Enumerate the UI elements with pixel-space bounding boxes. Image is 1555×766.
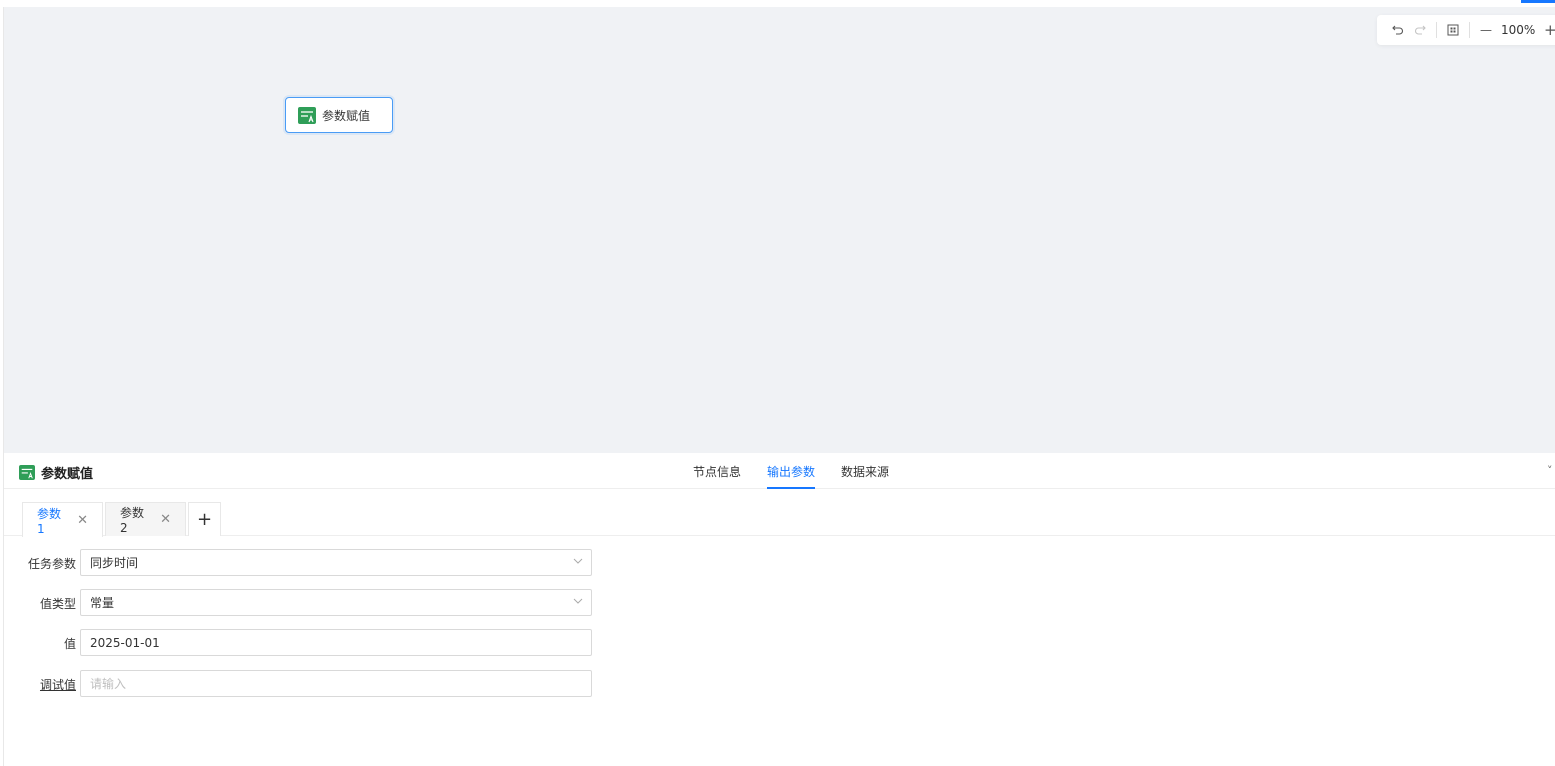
chevron-down-icon — [573, 556, 583, 569]
zoom-out-button[interactable]: — — [1475, 19, 1497, 41]
value-input[interactable] — [80, 629, 592, 656]
tab-node-info[interactable]: 节点信息 — [693, 453, 741, 489]
panel-title: 参数赋值 — [41, 467, 94, 482]
panel-tabs: 节点信息 输出参数 数据来源 — [693, 453, 915, 489]
param-assign-node[interactable]: 参数赋值 — [285, 97, 393, 133]
flow-canvas[interactable]: — 100% + 参数赋值 — [4, 7, 1555, 453]
tab-output-params[interactable]: 输出参数 — [767, 453, 816, 489]
debug-value-input[interactable] — [80, 670, 592, 697]
zoom-level: 100% — [1501, 23, 1536, 37]
close-icon[interactable]: ✕ — [160, 512, 171, 527]
debug-value-row: 调试值 — [4, 670, 604, 697]
close-icon[interactable]: ✕ — [77, 513, 88, 528]
zoom-out-label: — — [1480, 23, 1492, 37]
fit-view-icon[interactable] — [1442, 19, 1464, 41]
task-param-select[interactable]: 同步时间 — [80, 549, 592, 576]
value-type-select[interactable]: 常量 — [80, 589, 592, 616]
task-param-label: 任务参数 — [27, 557, 76, 571]
panel-header: 参数赋值 节点信息 输出参数 数据来源 ˅ — [4, 453, 1555, 489]
subtab-param-1[interactable]: 参数1 ✕ — [22, 502, 103, 537]
value-type-row: 值类型 常量 — [4, 589, 604, 616]
canvas-toolbar: — 100% + — [1377, 15, 1555, 45]
value-type-label: 值类型 — [39, 597, 76, 611]
top-accent-bar — [1521, 0, 1555, 3]
chevron-down-icon — [573, 596, 583, 609]
top-strip — [0, 0, 1555, 7]
node-config-panel: 参数赋值 节点信息 输出参数 数据来源 ˅ 参数1 ✕ 参数2 ✕ + 任务参数… — [4, 453, 1555, 766]
param-assign-icon — [298, 106, 316, 124]
param-subtabs: 参数1 ✕ 参数2 ✕ + — [4, 489, 1555, 537]
subtab-label: 参数1 — [37, 506, 62, 536]
undo-icon[interactable] — [1387, 19, 1409, 41]
redo-icon[interactable] — [1409, 19, 1431, 41]
subtab-param-2[interactable]: 参数2 ✕ — [105, 502, 186, 536]
toolbar-divider — [1469, 22, 1470, 38]
zoom-in-button[interactable]: + — [1539, 19, 1555, 41]
debug-value-label: 调试值 — [39, 678, 76, 692]
toolbar-divider — [1436, 22, 1437, 38]
panel-title-wrap: 参数赋值 — [19, 463, 93, 482]
tab-data-source[interactable]: 数据来源 — [841, 453, 889, 489]
add-param-button[interactable]: + — [188, 502, 221, 536]
param-assign-icon — [19, 465, 35, 480]
task-param-row: 任务参数 同步时间 — [4, 549, 604, 576]
value-label: 值 — [63, 637, 76, 651]
value-row: 值 — [4, 629, 604, 656]
task-param-value: 同步时间 — [90, 556, 139, 570]
value-type-value: 常量 — [90, 596, 115, 610]
node-label: 参数赋值 — [322, 108, 371, 123]
subtab-label: 参数2 — [120, 506, 145, 535]
chevron-down-icon[interactable]: ˅ — [1547, 464, 1553, 477]
zoom-in-label: + — [1544, 21, 1555, 39]
